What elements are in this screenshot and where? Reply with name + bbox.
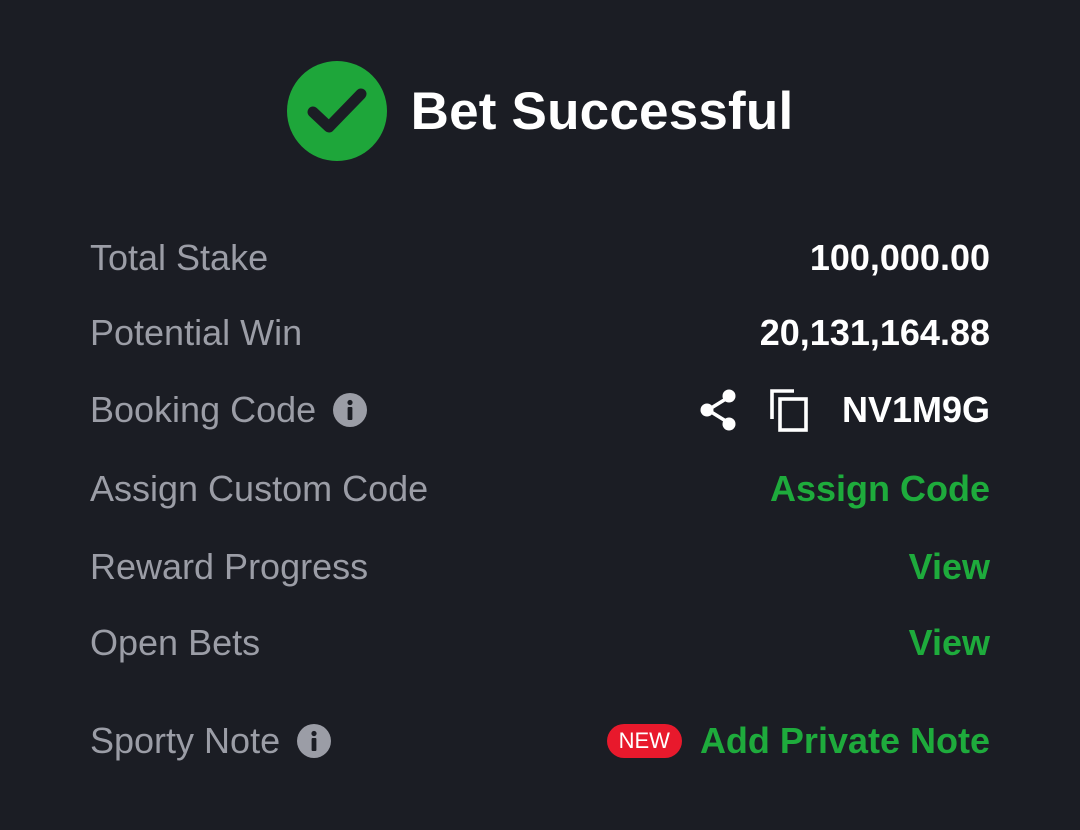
open-bets-label: Open Bets (90, 622, 261, 663)
success-header: Bet Successful (0, 60, 1080, 162)
page-title: Bet Successful (410, 81, 794, 141)
total-stake-value: 100,000.00 (809, 237, 990, 278)
sporty-note-row: Sporty Note NEW Add Private Note (90, 711, 990, 771)
new-badge: NEW (606, 724, 682, 758)
booking-code-actions: NV1M9G (696, 387, 990, 433)
booking-code-row: Booking Code NV1M9G (90, 380, 990, 440)
potential-win-row: Potential Win 20,131,164.88 (90, 303, 990, 363)
sporty-note-label-group: Sporty Note (90, 720, 332, 762)
potential-win-value: 20,131,164.88 (759, 312, 990, 353)
reward-progress-row: Reward Progress View (90, 537, 990, 597)
open-bets-row: Open Bets View (90, 613, 990, 673)
potential-win-label: Potential Win (90, 312, 303, 353)
add-private-note-link[interactable]: Add Private Note (700, 720, 990, 762)
reward-progress-label: Reward Progress (90, 546, 369, 587)
open-bets-view-link[interactable]: View (909, 622, 990, 664)
copy-icon[interactable] (768, 387, 814, 433)
sporty-note-actions: NEW Add Private Note (606, 720, 990, 762)
sporty-note-label: Sporty Note (90, 720, 281, 761)
info-icon[interactable] (296, 723, 332, 759)
reward-progress-view-link[interactable]: View (909, 546, 990, 588)
booking-code-label-group: Booking Code (90, 389, 368, 431)
check-circle-icon (286, 61, 387, 161)
total-stake-label: Total Stake (90, 237, 269, 278)
assign-code-link[interactable]: Assign Code (770, 468, 990, 510)
share-icon[interactable] (696, 387, 742, 433)
assign-custom-code-row: Assign Custom Code Assign Code (90, 459, 990, 519)
booking-code-label: Booking Code (90, 389, 317, 430)
info-icon[interactable] (332, 392, 368, 428)
total-stake-row: Total Stake 100,000.00 (90, 228, 990, 288)
booking-code-value[interactable]: NV1M9G (842, 389, 990, 431)
assign-custom-code-label: Assign Custom Code (90, 468, 429, 509)
